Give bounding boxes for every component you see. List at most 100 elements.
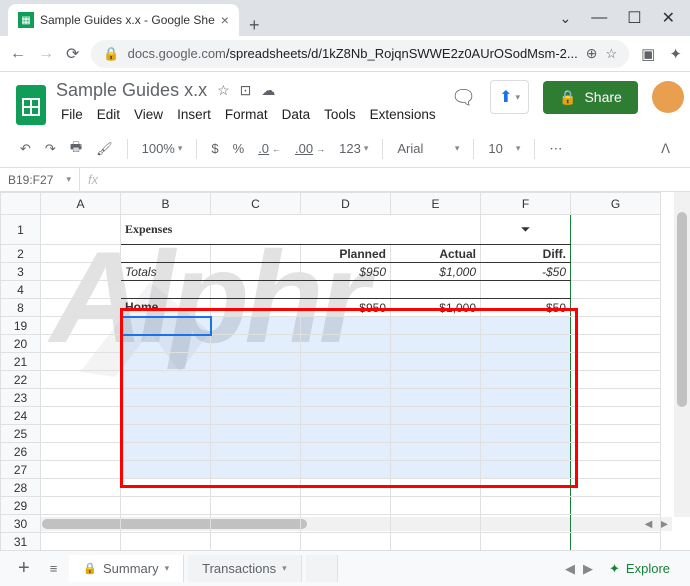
cell[interactable] [301,425,391,443]
cell[interactable] [211,443,301,461]
share-button[interactable]: 🔒 Share [543,81,638,114]
cell[interactable] [571,407,661,425]
cell[interactable] [211,281,301,299]
cell[interactable] [211,371,301,389]
chevron-down-icon[interactable]: ⌄ [560,10,572,27]
cell[interactable] [481,479,571,497]
cell[interactable] [211,335,301,353]
cell[interactable] [41,317,121,335]
cell[interactable] [571,479,661,497]
cell[interactable] [301,461,391,479]
cell[interactable] [391,515,481,533]
cell[interactable] [121,389,211,407]
cell[interactable] [301,407,391,425]
totals-label[interactable]: Totals [121,263,211,281]
cell[interactable] [211,461,301,479]
sheet-tab-more[interactable] [306,555,339,582]
cell[interactable] [571,317,661,335]
url-bar[interactable]: 🔒 docs.google.com/spreadsheets/d/1kZ8Nb_… [91,40,629,68]
cell[interactable] [481,407,571,425]
close-tab-icon[interactable]: × [221,12,229,28]
totals-diff[interactable]: -$50 [481,263,571,281]
cell[interactable] [571,461,661,479]
cell[interactable] [41,407,121,425]
select-all-corner[interactable] [1,193,41,215]
cell[interactable] [211,389,301,407]
print-icon[interactable]: 🖶 [66,134,86,164]
cell[interactable] [571,245,661,263]
row-header[interactable]: 2 [1,245,41,263]
cell[interactable] [41,281,121,299]
cell[interactable] [211,353,301,371]
col-header-a[interactable]: A [41,193,121,215]
cell[interactable] [41,215,121,245]
filter-icon[interactable]: ⏷ [481,215,571,245]
vertical-scrollbar[interactable] [674,192,690,517]
row-header[interactable]: 21 [1,353,41,371]
cell[interactable] [571,389,661,407]
browser-tab[interactable]: ▦ Sample Guides x.x - Google She × [8,4,239,36]
col-header-e[interactable]: E [391,193,481,215]
decrease-decimal-button[interactable]: .0← [254,137,285,160]
cell[interactable] [391,317,481,335]
cell[interactable] [41,497,121,515]
cell[interactable] [571,335,661,353]
cell[interactable] [211,533,301,551]
cell[interactable] [391,353,481,371]
cell[interactable] [41,515,121,533]
row-header[interactable]: 27 [1,461,41,479]
cell[interactable] [481,317,571,335]
cell[interactable] [41,245,121,263]
row-header[interactable]: 22 [1,371,41,389]
grid[interactable]: A B C D E F G 1 Expenses ⏷ 2 Planned Act… [0,192,661,551]
cell[interactable] [481,515,571,533]
document-title[interactable]: Sample Guides x.x [56,80,207,101]
reload-icon[interactable]: ⟳ [66,44,79,64]
row-home-diff[interactable]: -$50 [481,299,571,317]
cell[interactable] [571,425,661,443]
cell[interactable] [571,443,661,461]
format-select[interactable]: 123▾ [335,137,372,160]
cell[interactable] [391,533,481,551]
row-header[interactable]: 26 [1,443,41,461]
cell[interactable] [121,281,211,299]
cell[interactable] [301,353,391,371]
menu-insert[interactable]: Insert [172,105,216,124]
cell[interactable] [571,533,661,551]
font-size-select[interactable]: 10▾ [484,137,524,160]
paint-format-icon[interactable]: 🖌 [92,137,117,161]
row-header[interactable]: 31 [1,533,41,551]
row-header[interactable]: 30 [1,515,41,533]
cell[interactable] [121,407,211,425]
expenses-heading[interactable]: Expenses [121,215,481,245]
cell[interactable] [571,515,661,533]
cell[interactable] [41,425,121,443]
font-select[interactable]: Arial▾ [393,137,463,160]
menu-view[interactable]: View [129,105,168,124]
cell[interactable] [121,497,211,515]
row-header[interactable]: 8 [1,299,41,317]
comments-icon[interactable]: 🗨 [451,85,476,110]
explore-button[interactable]: ◀ ▶ ✦ Explore [565,561,680,577]
star-doc-icon[interactable]: ☆ [217,82,230,99]
cell[interactable] [41,389,121,407]
row-header[interactable]: 4 [1,281,41,299]
cell[interactable] [391,281,481,299]
cell[interactable] [571,263,661,281]
cell[interactable] [121,245,211,263]
cell[interactable] [391,389,481,407]
redo-icon[interactable]: ↷ [41,137,60,161]
col-header-g[interactable]: G [571,193,661,215]
cell[interactable] [301,335,391,353]
cell[interactable] [481,371,571,389]
cell[interactable] [571,215,661,245]
cell[interactable] [481,461,571,479]
cell[interactable] [211,515,301,533]
video-icon[interactable]: ▣ [641,45,655,63]
cell[interactable] [41,299,121,317]
row-header[interactable]: 3 [1,263,41,281]
menu-file[interactable]: File [56,105,88,124]
header-diff[interactable]: Diff. [481,245,571,263]
cell[interactable] [121,479,211,497]
cell[interactable] [211,317,301,335]
